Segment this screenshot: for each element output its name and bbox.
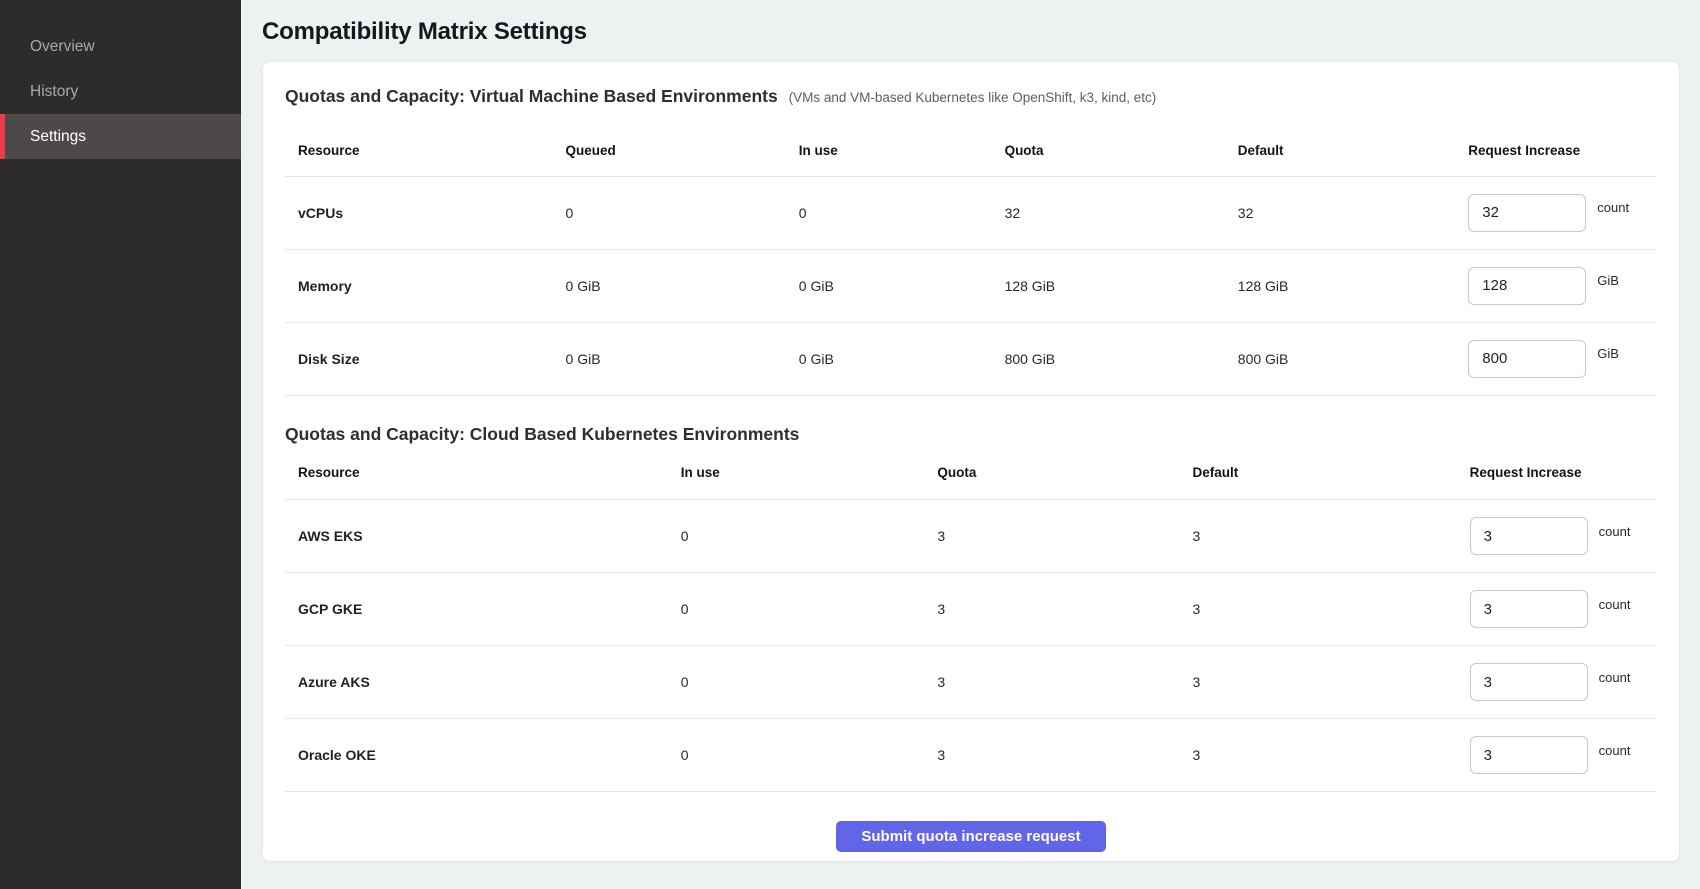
request-increase-input-azure-aks[interactable] bbox=[1470, 663, 1588, 701]
in-use-value: 0 GiB bbox=[786, 249, 992, 322]
quotas-card: Quotas and Capacity: Virtual Machine Bas… bbox=[262, 61, 1680, 862]
resource-name: Disk Size bbox=[285, 322, 553, 395]
sidebar: Overview History Settings bbox=[0, 0, 241, 889]
table-row-azure-aks: Azure AKS 0 3 3 count bbox=[285, 646, 1657, 719]
active-item-accent-bar bbox=[0, 114, 5, 159]
table-row-aws-eks: AWS EKS 0 3 3 count bbox=[285, 500, 1657, 573]
in-use-value: 0 bbox=[668, 500, 925, 573]
resource-name: Oracle OKE bbox=[285, 719, 668, 792]
queued-value: 0 bbox=[553, 176, 786, 249]
column-header-default: Default bbox=[1225, 126, 1455, 176]
queued-value: 0 GiB bbox=[553, 249, 786, 322]
default-value: 3 bbox=[1180, 719, 1457, 792]
column-header-queued: Queued bbox=[553, 126, 786, 176]
quota-value: 128 GiB bbox=[992, 249, 1225, 322]
quota-value: 3 bbox=[924, 719, 1179, 792]
quota-value: 3 bbox=[924, 646, 1179, 719]
request-increase-input-disk-size[interactable] bbox=[1468, 340, 1586, 378]
request-increase-input-aws-eks[interactable] bbox=[1470, 517, 1588, 555]
main-content: Compatibility Matrix Settings Quotas and… bbox=[241, 0, 1700, 889]
default-value: 800 GiB bbox=[1225, 322, 1455, 395]
sidebar-item-label: Overview bbox=[30, 38, 95, 56]
column-header-in-use: In use bbox=[668, 446, 925, 500]
unit-label: count bbox=[1599, 743, 1631, 758]
column-header-default: Default bbox=[1180, 446, 1457, 500]
request-increase-input-vcpus[interactable] bbox=[1468, 194, 1586, 232]
k8s-section-title-text: Quotas and Capacity: Cloud Based Kuberne… bbox=[285, 424, 799, 444]
submit-quota-increase-button[interactable]: Submit quota increase request bbox=[836, 821, 1105, 852]
table-row-gcp-gke: GCP GKE 0 3 3 count bbox=[285, 573, 1657, 646]
sidebar-item-label: History bbox=[30, 83, 78, 101]
column-header-resource: Resource bbox=[285, 126, 553, 176]
in-use-value: 0 bbox=[668, 719, 925, 792]
page-title: Compatibility Matrix Settings bbox=[262, 18, 1680, 46]
queued-value: 0 GiB bbox=[553, 322, 786, 395]
default-value: 32 bbox=[1225, 176, 1455, 249]
sidebar-item-settings[interactable]: Settings bbox=[0, 114, 241, 159]
quota-value: 3 bbox=[924, 573, 1179, 646]
unit-label: GiB bbox=[1597, 346, 1619, 361]
vm-section-title: Quotas and Capacity: Virtual Machine Bas… bbox=[285, 84, 1657, 110]
k8s-section-title: Quotas and Capacity: Cloud Based Kuberne… bbox=[285, 422, 1657, 446]
k8s-table-header-row: Resource In use Quota Default Request In… bbox=[285, 446, 1657, 500]
table-row-oracle-oke: Oracle OKE 0 3 3 count bbox=[285, 719, 1657, 792]
request-increase-input-memory[interactable] bbox=[1468, 267, 1586, 305]
vm-section-subtitle: (VMs and VM-based Kubernetes like OpenSh… bbox=[789, 90, 1157, 105]
column-header-resource: Resource bbox=[285, 446, 668, 500]
resource-name: vCPUs bbox=[285, 176, 553, 249]
in-use-value: 0 bbox=[668, 573, 925, 646]
sidebar-item-history[interactable]: History bbox=[0, 69, 241, 114]
quota-value: 3 bbox=[924, 500, 1179, 573]
unit-label: count bbox=[1599, 524, 1631, 539]
resource-name: GCP GKE bbox=[285, 573, 668, 646]
sidebar-item-label: Settings bbox=[30, 128, 86, 146]
k8s-quota-table: Resource In use Quota Default Request In… bbox=[285, 446, 1657, 793]
table-row-disk-size: Disk Size 0 GiB 0 GiB 800 GiB 800 GiB Gi… bbox=[285, 322, 1657, 395]
vm-quota-table: Resource Queued In use Quota Default Req… bbox=[285, 126, 1657, 396]
request-increase-input-oracle-oke[interactable] bbox=[1470, 736, 1588, 774]
unit-label: count bbox=[1599, 670, 1631, 685]
quota-value: 32 bbox=[992, 176, 1225, 249]
default-value: 128 GiB bbox=[1225, 249, 1455, 322]
resource-name: AWS EKS bbox=[285, 500, 668, 573]
in-use-value: 0 GiB bbox=[786, 322, 992, 395]
resource-name: Azure AKS bbox=[285, 646, 668, 719]
column-header-quota: Quota bbox=[992, 126, 1225, 176]
in-use-value: 0 bbox=[668, 646, 925, 719]
default-value: 3 bbox=[1180, 500, 1457, 573]
vm-table-header-row: Resource Queued In use Quota Default Req… bbox=[285, 126, 1657, 176]
vm-section-title-text: Quotas and Capacity: Virtual Machine Bas… bbox=[285, 86, 778, 106]
resource-name: Memory bbox=[285, 249, 553, 322]
column-header-in-use: In use bbox=[786, 126, 992, 176]
unit-label: count bbox=[1599, 597, 1631, 612]
request-increase-input-gcp-gke[interactable] bbox=[1470, 590, 1588, 628]
column-header-request-increase: Request Increase bbox=[1457, 446, 1657, 500]
table-row-vcpus: vCPUs 0 0 32 32 count bbox=[285, 176, 1657, 249]
in-use-value: 0 bbox=[786, 176, 992, 249]
column-header-quota: Quota bbox=[924, 446, 1179, 500]
default-value: 3 bbox=[1180, 573, 1457, 646]
quota-value: 800 GiB bbox=[992, 322, 1225, 395]
unit-label: GiB bbox=[1597, 273, 1619, 288]
sidebar-item-overview[interactable]: Overview bbox=[0, 24, 241, 69]
default-value: 3 bbox=[1180, 646, 1457, 719]
unit-label: count bbox=[1597, 200, 1629, 215]
column-header-request-increase: Request Increase bbox=[1455, 126, 1657, 176]
table-row-memory: Memory 0 GiB 0 GiB 128 GiB 128 GiB GiB bbox=[285, 249, 1657, 322]
